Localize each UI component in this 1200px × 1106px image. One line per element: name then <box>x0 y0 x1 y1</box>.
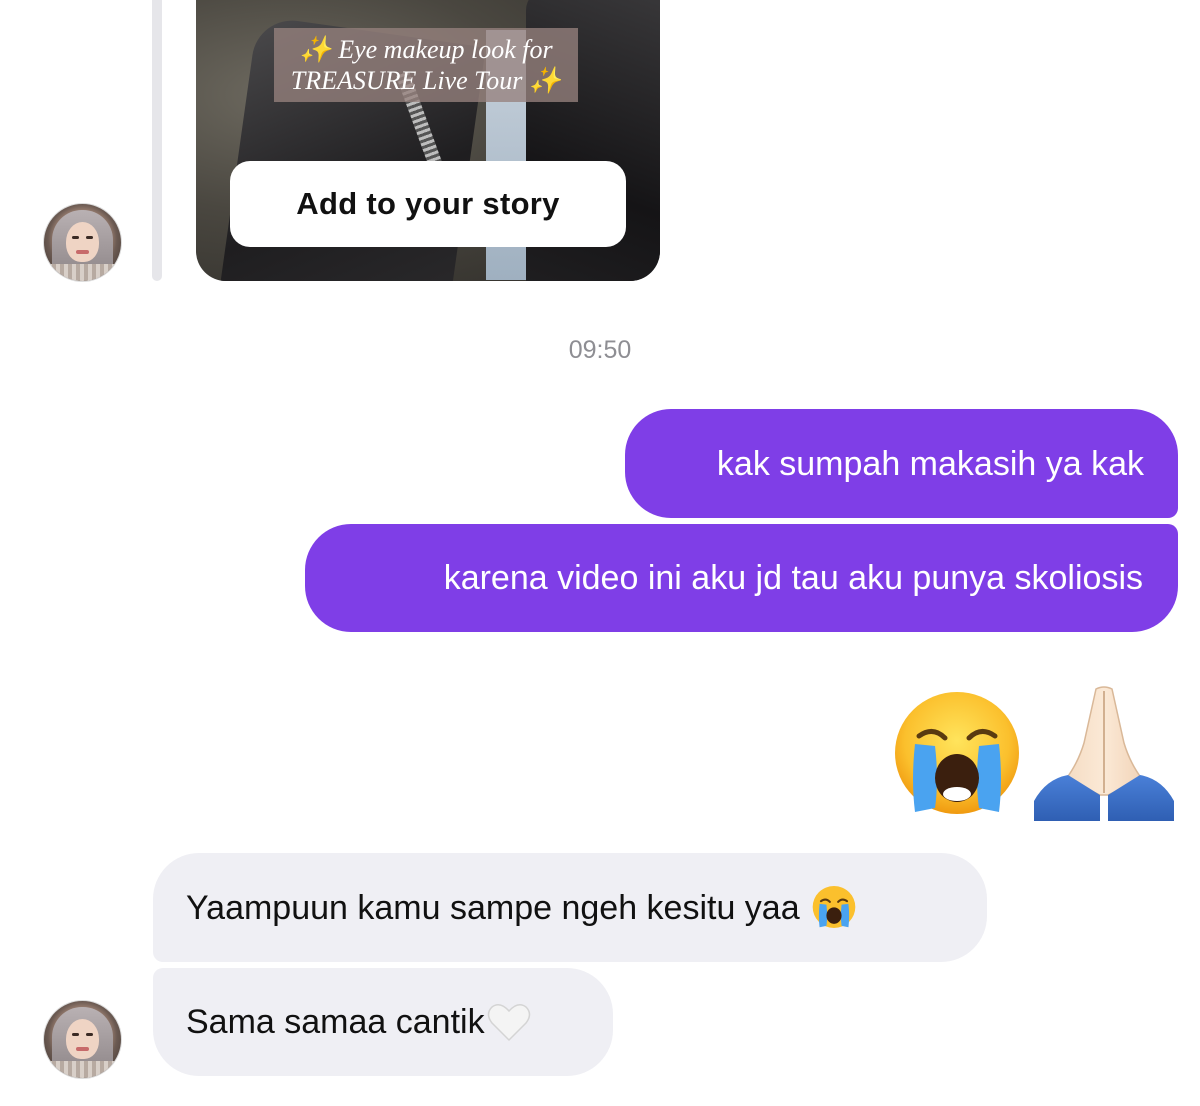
loudly-crying-face-icon[interactable] <box>893 690 1021 816</box>
white-heart-icon <box>487 1002 531 1042</box>
message-text: kak sumpah makasih ya kak <box>716 444 1144 483</box>
avatar[interactable] <box>43 203 122 282</box>
reply-indicator-bar <box>152 0 162 281</box>
message-text: Sama samaa cantik <box>186 1003 485 1041</box>
incoming-message-bubble[interactable]: Yaampuun kamu sampe ngeh kesitu yaa <box>153 853 987 962</box>
outgoing-message-bubble[interactable]: kak sumpah makasih ya kak <box>625 409 1178 518</box>
message-timestamp: 09:50 <box>568 336 632 364</box>
loudly-crying-face-icon <box>812 885 856 930</box>
story-caption-line-2: TREASURE Live Tour ✨ <box>290 66 562 95</box>
story-caption: ✨ Eye makeup look for TREASURE Live Tour… <box>274 28 578 102</box>
folded-hands-icon[interactable] <box>1034 683 1174 821</box>
chat-thread: ✨ Eye makeup look for TREASURE Live Tour… <box>0 0 1200 1106</box>
message-text: Yaampuun kamu sampe ngeh kesitu yaa <box>186 888 800 927</box>
incoming-message-bubble[interactable]: Sama samaa cantik <box>153 968 613 1076</box>
story-caption-line-1: ✨ Eye makeup look for <box>299 35 553 64</box>
shared-story-preview[interactable]: ✨ Eye makeup look for TREASURE Live Tour… <box>196 0 660 281</box>
add-to-story-button[interactable]: Add to your story <box>230 161 626 247</box>
outgoing-message-bubble[interactable]: karena video ini aku jd tau aku punya sk… <box>305 524 1178 632</box>
avatar[interactable] <box>43 1000 122 1079</box>
message-text: karena video ini aku jd tau aku punya sk… <box>443 559 1143 597</box>
